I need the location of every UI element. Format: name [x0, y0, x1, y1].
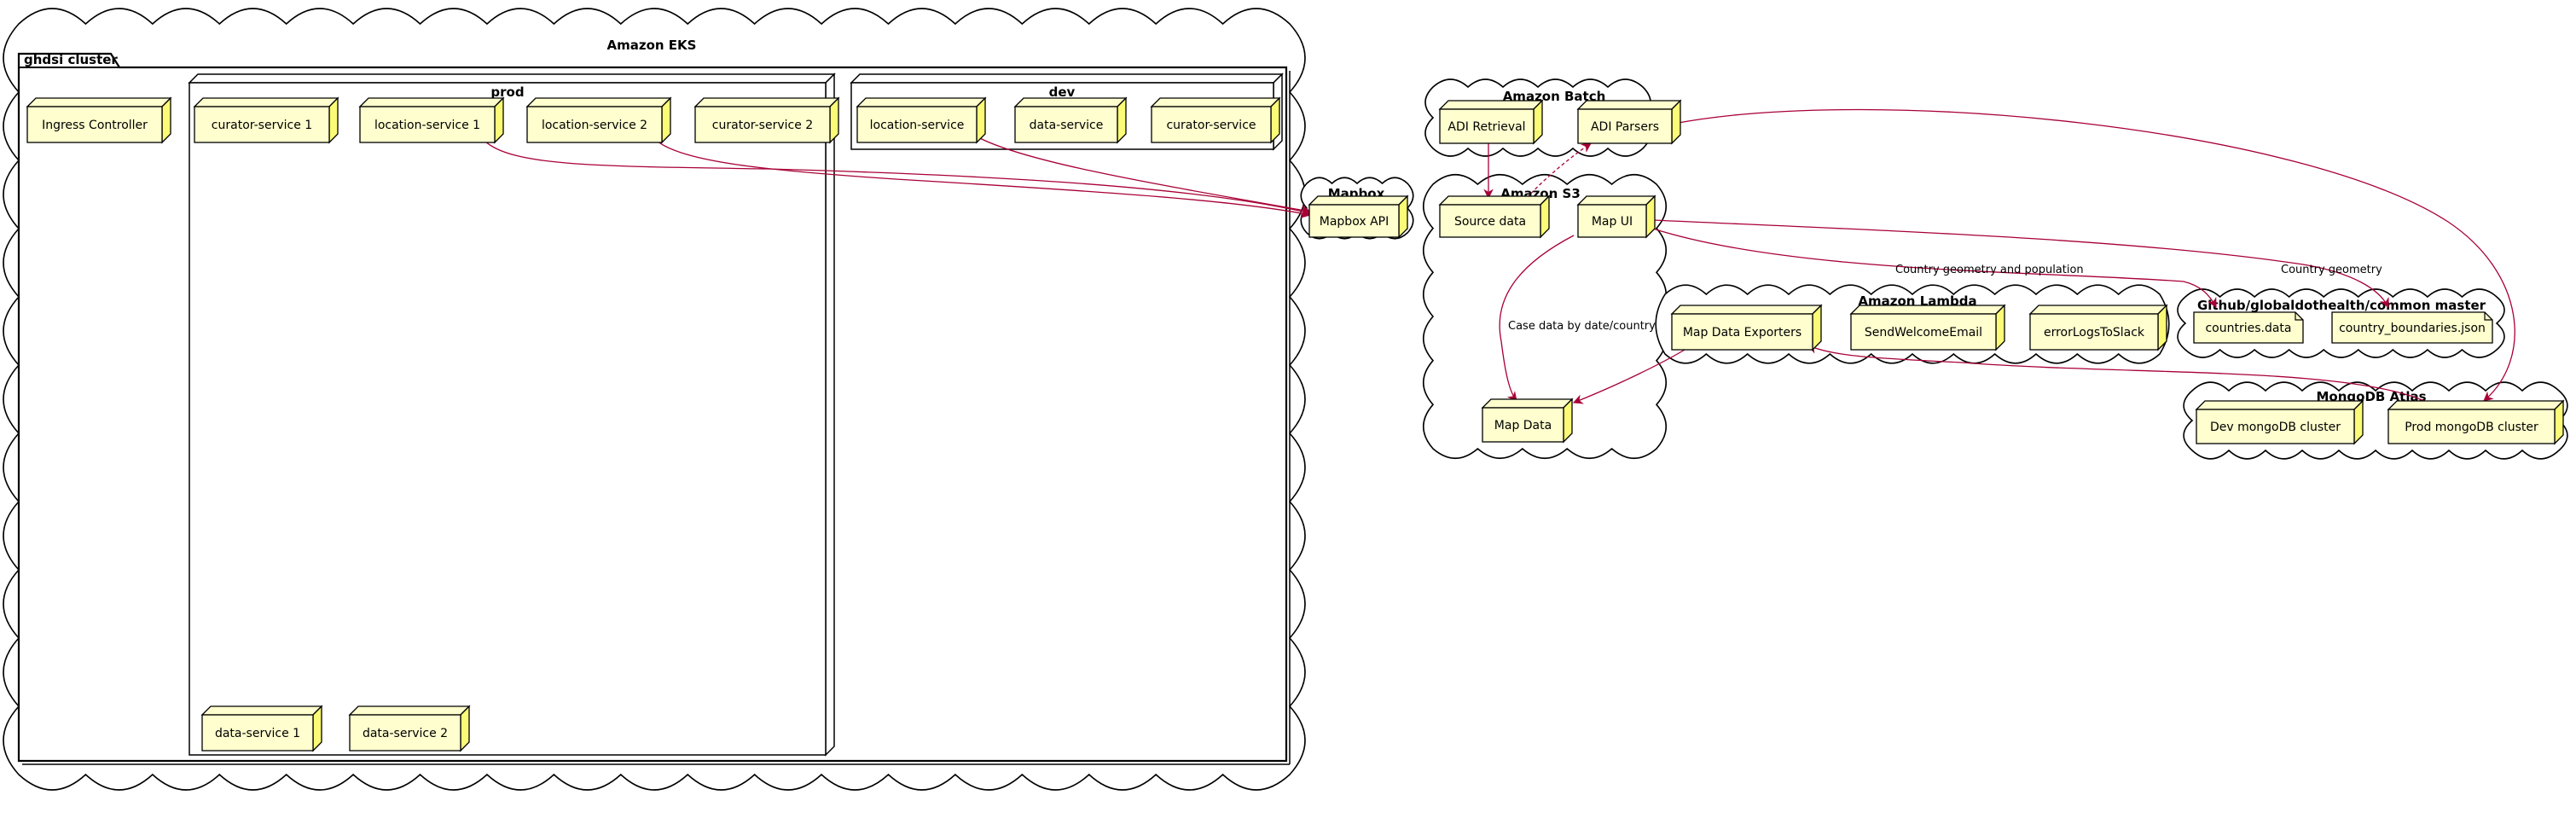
data-service-2-node-label: data-service 2: [363, 727, 448, 740]
dev-data-service-node-label: data-service: [1030, 119, 1104, 132]
ingress-controller-node-label: Ingress Controller: [42, 119, 148, 132]
ingress-controller-node: Ingress Controller: [26, 96, 172, 144]
edge-label-country-geometry-population: Country geometry and population: [1895, 264, 2084, 276]
send-welcome-email-node-label: SendWelcomeEmail: [1865, 326, 1982, 340]
country-boundaries-file: country_boundaries.json: [2331, 311, 2493, 344]
countries-data-file-label: countries.data: [2205, 322, 2291, 335]
dev-curator-service-node: curator-service: [1150, 96, 1281, 144]
mapbox-api-node-label: Mapbox API: [1320, 215, 1389, 229]
github-folder-title: Github/globaldothealth/common master: [2197, 298, 2486, 313]
map-data-exporters-node: Map Data Exporters: [1670, 304, 1823, 351]
error-logs-to-slack-node: errorLogsToSlack: [2028, 304, 2168, 351]
github-folder: Github/globaldothealth/common master: [2197, 298, 2486, 313]
edge-label-case-data: Case data by date/country: [1508, 320, 1656, 333]
send-welcome-email-node: SendWelcomeEmail: [1849, 304, 2006, 351]
source-data-node: Source data: [1438, 194, 1551, 239]
map-data-node-label: Map Data: [1494, 419, 1552, 432]
prod-mongodb-cluster-node: Prod mongoDB cluster: [2387, 399, 2565, 445]
adi-parsers-node: ADI Parsers: [1576, 99, 1682, 145]
adi-retrieval-node: ADI Retrieval: [1438, 99, 1544, 145]
adi-parsers-node-label: ADI Parsers: [1591, 120, 1659, 134]
error-logs-to-slack-node-label: errorLogsToSlack: [2044, 326, 2145, 340]
architecture-diagram: Amazon EKS Mapbox Amazon Batch Amazon S3…: [3, 8, 2568, 791]
dev-mongodb-cluster-node: Dev mongoDB cluster: [2195, 399, 2364, 445]
map-data-node: Map Data: [1481, 398, 1574, 444]
dev-data-service-node: data-service: [1013, 96, 1128, 144]
curator-service-1-node: curator-service 1: [193, 96, 339, 144]
prod-node-frame: prod: [188, 73, 836, 757]
data-service-1-node-label: data-service 1: [215, 727, 300, 740]
data-service-2-node: data-service 2: [348, 705, 471, 752]
dev-node-title: dev: [1049, 84, 1076, 100]
prod-node-title: prod: [490, 84, 524, 100]
location-service-2-node: location-service 2: [525, 96, 672, 144]
location-service-2-node-label: location-service 2: [542, 119, 647, 132]
mapbox-api-node: Mapbox API: [1308, 194, 1409, 239]
curator-service-2-node-label: curator-service 2: [712, 119, 813, 132]
dev-mongodb-cluster-node-label: Dev mongoDB cluster: [2210, 421, 2341, 434]
map-ui-node-label: Map UI: [1592, 215, 1633, 229]
location-service-1-node-label: location-service 1: [374, 119, 480, 132]
source-data-node-label: Source data: [1454, 215, 1526, 229]
prod-mongodb-cluster-node-label: Prod mongoDB cluster: [2405, 421, 2538, 434]
map-data-exporters-node-label: Map Data Exporters: [1683, 326, 1801, 340]
edge-label-country-geometry: Country geometry: [2281, 264, 2382, 276]
map-ui-node: Map UI: [1576, 194, 1656, 239]
ghdsi-cluster-title: ghdsi cluster: [24, 52, 118, 67]
curator-service-2-node: curator-service 2: [693, 96, 840, 144]
dev-location-service-node-label: location-service: [870, 119, 965, 132]
adi-retrieval-node-label: ADI Retrieval: [1448, 120, 1525, 134]
countries-data-file: countries.data: [2193, 311, 2304, 344]
location-service-1-node: location-service 1: [358, 96, 505, 144]
dev-location-service-node: location-service: [856, 96, 987, 144]
curator-service-1-node-label: curator-service 1: [212, 119, 312, 132]
dev-curator-service-node-label: curator-service: [1166, 119, 1256, 132]
data-service-1-node: data-service 1: [200, 705, 323, 752]
group-title-amazon-eks: Amazon EKS: [607, 38, 697, 53]
country-boundaries-file-label: country_boundaries.json: [2339, 322, 2486, 335]
